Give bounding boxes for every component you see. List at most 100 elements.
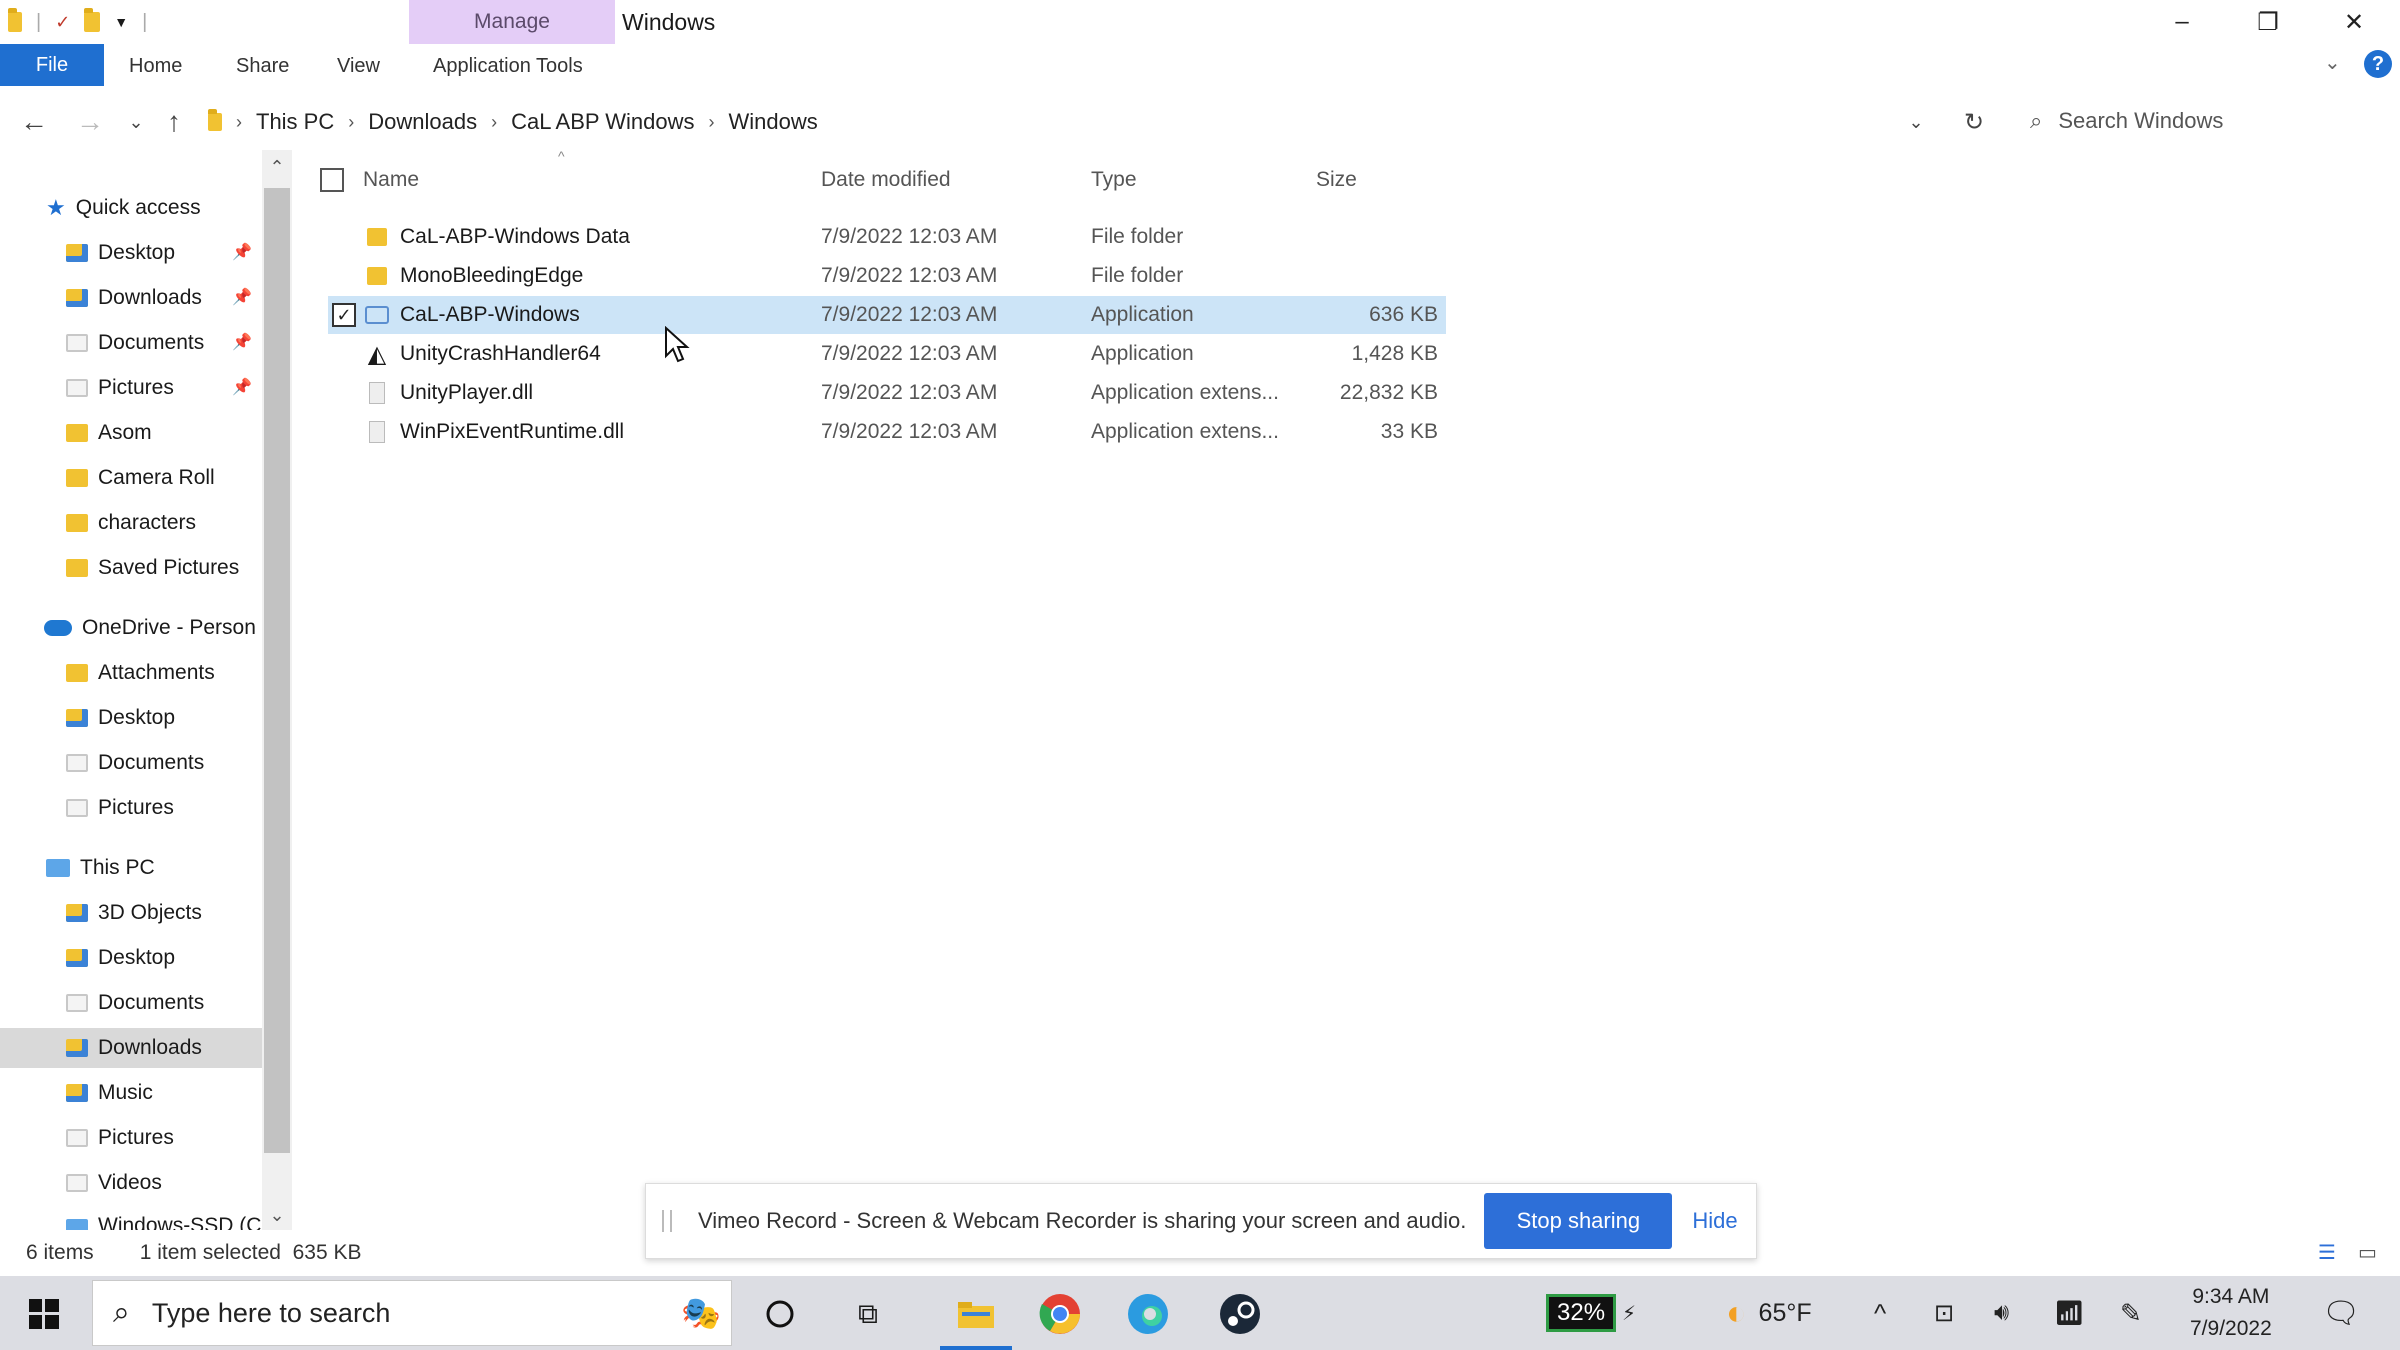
nav-item-onedrive-documents[interactable]: Documents bbox=[66, 743, 204, 783]
nav-item-onedrive-pictures[interactable]: Pictures bbox=[66, 788, 174, 828]
nav-label: Videos bbox=[98, 1171, 162, 1194]
application-icon bbox=[364, 296, 390, 334]
nav-item-asom[interactable]: Asom bbox=[66, 413, 152, 453]
taskbar-search-input[interactable]: ⌕ Type here to search 🎭 bbox=[92, 1280, 732, 1346]
pin-icon[interactable]: 📌 bbox=[232, 242, 252, 262]
nav-quick-access[interactable]: ★ Quick access bbox=[46, 188, 201, 228]
nav-item-attachments[interactable]: Attachments bbox=[66, 653, 215, 693]
file-size: 33 KB bbox=[1380, 420, 1438, 443]
scroll-up-icon[interactable]: ⌃ bbox=[262, 152, 292, 182]
nav-item-documents[interactable]: Documents bbox=[66, 323, 204, 363]
file-explorer-icon[interactable] bbox=[936, 1286, 1016, 1350]
volume-icon[interactable]: 🔊︎ bbox=[1994, 1276, 2009, 1350]
file-row[interactable]: MonoBleedingEdge 7/9/2022 12:03 AM File … bbox=[328, 257, 1446, 295]
pen-icon[interactable]: ✎ bbox=[2120, 1276, 2142, 1350]
nav-item-pc-downloads[interactable]: Downloads bbox=[0, 1028, 262, 1068]
nav-item-videos[interactable]: Videos bbox=[66, 1163, 162, 1203]
nav-item-3d-objects[interactable]: 3D Objects bbox=[66, 893, 202, 933]
task-view-icon[interactable]: ⧉ bbox=[840, 1286, 896, 1342]
steam-icon[interactable] bbox=[1212, 1286, 1268, 1342]
tab-view[interactable]: View bbox=[337, 48, 380, 84]
nav-item-music[interactable]: Music bbox=[66, 1073, 153, 1113]
back-button[interactable]: ← bbox=[14, 102, 54, 142]
chevron-down-icon[interactable]: ▼ bbox=[114, 14, 128, 30]
pin-icon[interactable]: 📌 bbox=[232, 377, 252, 397]
nav-item-desktop[interactable]: Desktop bbox=[66, 233, 175, 273]
expand-ribbon-icon[interactable]: ⌄ bbox=[2324, 50, 2341, 75]
stop-sharing-button[interactable]: Stop sharing bbox=[1484, 1193, 1673, 1249]
weather-widget[interactable]: ◐ 65°F bbox=[1726, 1276, 1812, 1350]
scrollbar-thumb[interactable] bbox=[264, 188, 290, 1153]
file-row-selected[interactable]: ✓ CaL-ABP-Windows 7/9/2022 12:03 AM Appl… bbox=[328, 296, 1446, 334]
breadcrumb-downloads[interactable]: Downloads bbox=[368, 109, 477, 135]
up-button[interactable]: ↑ bbox=[154, 102, 194, 142]
recent-locations-chevron-icon[interactable]: ⌄ bbox=[116, 102, 156, 142]
nav-item-windows-ssd[interactable]: Windows-SSD (C bbox=[66, 1206, 261, 1230]
cortana-icon[interactable] bbox=[752, 1286, 808, 1342]
tab-file[interactable]: File bbox=[0, 44, 104, 86]
wifi-icon[interactable]: 📶︎ bbox=[2054, 1276, 2084, 1350]
battery-indicator[interactable]: 32% ⚡ bbox=[1546, 1276, 1636, 1350]
restore-button[interactable]: ❐ bbox=[2238, 0, 2298, 44]
details-view-icon[interactable]: ☰ bbox=[2318, 1240, 2336, 1265]
chevron-right-icon[interactable]: › bbox=[709, 112, 715, 133]
notifications-icon[interactable]: 🗨︎ bbox=[2322, 1276, 2360, 1350]
scroll-down-icon[interactable]: ⌄ bbox=[262, 1200, 292, 1230]
nav-item-saved-pictures[interactable]: Saved Pictures bbox=[66, 548, 239, 588]
nav-scrollbar[interactable]: ⌃ ⌄ bbox=[262, 150, 292, 1230]
column-header-type[interactable]: Type bbox=[1091, 160, 1137, 200]
properties-icon[interactable]: ✓ bbox=[55, 12, 70, 33]
tab-application-tools[interactable]: Application Tools bbox=[433, 48, 583, 84]
tab-share[interactable]: Share bbox=[236, 48, 289, 84]
help-icon[interactable]: ? bbox=[2364, 50, 2392, 78]
chevron-right-icon[interactable]: › bbox=[491, 112, 497, 133]
refresh-icon[interactable]: ↻ bbox=[1954, 102, 1994, 142]
manage-tab[interactable]: Manage bbox=[409, 0, 615, 44]
show-hidden-icons-chevron-icon[interactable]: ^ bbox=[1874, 1276, 1886, 1350]
unity-icon: ◭ bbox=[367, 340, 387, 368]
nav-item-onedrive-desktop[interactable]: Desktop bbox=[66, 698, 175, 738]
nav-label: Pictures bbox=[98, 1126, 174, 1149]
nav-item-pc-pictures[interactable]: Pictures bbox=[66, 1118, 174, 1158]
nav-item-characters[interactable]: characters bbox=[66, 503, 196, 543]
nav-item-pc-desktop[interactable]: Desktop bbox=[66, 938, 175, 978]
drag-handle-icon[interactable] bbox=[662, 1210, 672, 1232]
chevron-right-icon[interactable]: › bbox=[236, 112, 242, 133]
file-row[interactable]: WinPixEventRuntime.dll 7/9/2022 12:03 AM… bbox=[328, 413, 1446, 451]
nav-item-camera-roll[interactable]: Camera Roll bbox=[66, 458, 215, 498]
new-folder-icon[interactable] bbox=[84, 8, 101, 32]
large-icons-view-icon[interactable]: ▭ bbox=[2358, 1240, 2377, 1265]
nav-item-pc-documents[interactable]: Documents bbox=[66, 983, 204, 1023]
forward-button[interactable]: → bbox=[70, 102, 110, 142]
search-highlight-icon[interactable]: 🎭 bbox=[681, 1294, 721, 1332]
nav-item-pictures[interactable]: Pictures bbox=[66, 368, 174, 408]
nav-item-downloads[interactable]: Downloads bbox=[66, 278, 202, 318]
search-input[interactable]: ⌕ Search Windows bbox=[2030, 98, 2390, 144]
system-tray-app-icon[interactable]: ⊡ bbox=[1934, 1276, 1954, 1350]
breadcrumb-this-pc[interactable]: This PC bbox=[256, 109, 334, 135]
tab-home[interactable]: Home bbox=[129, 48, 182, 84]
breadcrumb-windows[interactable]: Windows bbox=[729, 109, 818, 135]
clock[interactable]: 9:34 AM 7/9/2022 bbox=[2190, 1276, 2272, 1350]
column-header-size[interactable]: Size bbox=[1316, 160, 1357, 200]
close-button[interactable]: ✕ bbox=[2324, 0, 2384, 44]
nav-this-pc[interactable]: This PC bbox=[46, 848, 155, 888]
address-history-chevron-icon[interactable]: ⌄ bbox=[1896, 102, 1936, 142]
pin-icon[interactable]: 📌 bbox=[232, 287, 252, 307]
pin-icon[interactable]: 📌 bbox=[232, 332, 252, 352]
windows-start-icon[interactable] bbox=[16, 1286, 72, 1342]
column-header-date[interactable]: Date modified bbox=[821, 160, 951, 200]
chevron-right-icon[interactable]: › bbox=[348, 112, 354, 133]
minimize-button[interactable]: – bbox=[2152, 0, 2212, 44]
row-checkbox[interactable]: ✓ bbox=[332, 303, 356, 327]
chrome-icon[interactable] bbox=[1030, 1286, 1090, 1342]
edge-icon[interactable] bbox=[1120, 1286, 1176, 1342]
file-row[interactable]: ◭ UnityCrashHandler64 7/9/2022 12:03 AM … bbox=[328, 335, 1446, 373]
nav-onedrive[interactable]: OneDrive - Person bbox=[44, 608, 256, 648]
breadcrumb-cal-abp-windows[interactable]: CaL ABP Windows bbox=[511, 109, 694, 135]
file-row[interactable]: UnityPlayer.dll 7/9/2022 12:03 AM Applic… bbox=[328, 374, 1446, 412]
select-all-checkbox[interactable] bbox=[320, 168, 344, 192]
file-row[interactable]: CaL-ABP-Windows Data 7/9/2022 12:03 AM F… bbox=[328, 218, 1446, 256]
column-header-name[interactable]: Name bbox=[363, 160, 419, 200]
hide-button[interactable]: Hide bbox=[1692, 1208, 1737, 1234]
